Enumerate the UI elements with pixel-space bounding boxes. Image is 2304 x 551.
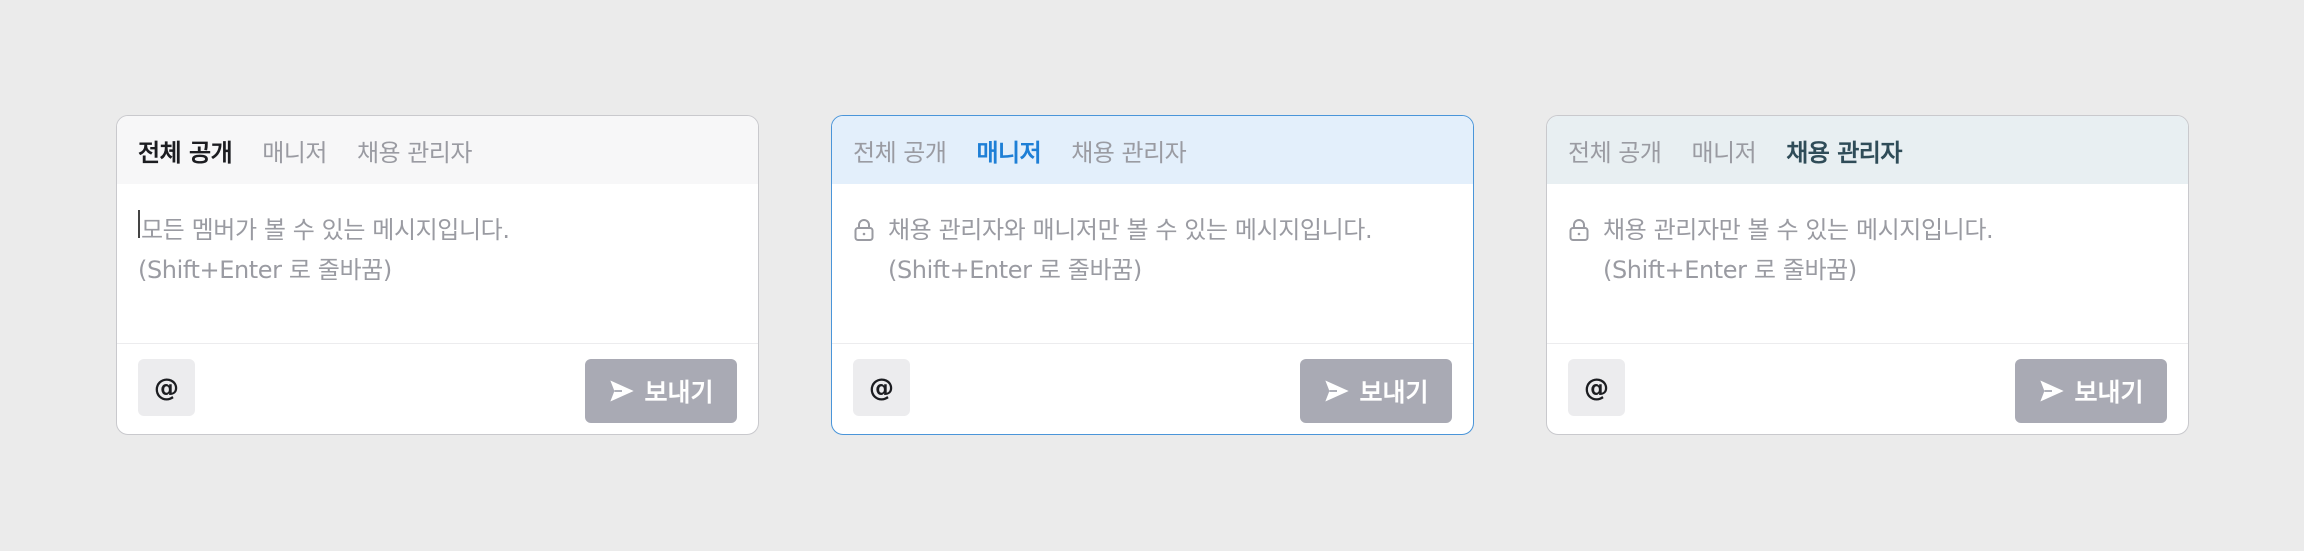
- message-input[interactable]: 채용 관리자만 볼 수 있는 메시지입니다. (Shift+Enter 로 줄바꿈…: [1547, 184, 2188, 344]
- message-input[interactable]: 채용 관리자와 매니저만 볼 수 있는 메시지입니다. (Shift+Enter …: [832, 184, 1473, 344]
- message-input[interactable]: 모든 멤버가 볼 수 있는 메시지입니다. (Shift+Enter 로 줄바꿈): [117, 184, 758, 344]
- message-composer-card: 전체 공개 매니저 채용 관리자채용 관리자와 매니저만 볼 수 있는 메시지입니다…: [831, 115, 1474, 435]
- visibility-tabs: 전체 공개 매니저 채용 관리자: [832, 116, 1473, 184]
- mention-button[interactable]: @: [138, 359, 195, 416]
- placeholder-line-1: 모든 멤버가 볼 수 있는 메시지입니다.: [141, 216, 510, 244]
- visibility-tabs: 전체 공개 매니저 채용 관리자: [1547, 116, 2188, 184]
- tab-recruiter[interactable]: 채용 관리자: [1071, 133, 1187, 168]
- mention-button[interactable]: @: [1568, 359, 1625, 416]
- tab-public[interactable]: 전체 공개: [1568, 133, 1662, 168]
- placeholder-line-1: 채용 관리자만 볼 수 있는 메시지입니다.: [1603, 216, 1994, 244]
- mention-button[interactable]: @: [853, 359, 910, 416]
- send-label: 보내기: [644, 378, 714, 407]
- send-button[interactable]: 보내기: [2015, 359, 2167, 423]
- send-icon: [608, 377, 636, 405]
- send-button[interactable]: 보내기: [1300, 359, 1452, 423]
- tab-public[interactable]: 전체 공개: [138, 133, 233, 168]
- composer-footer: @ 보내기: [117, 344, 758, 434]
- placeholder-line-2: (Shift+Enter 로 줄바꿈): [138, 256, 392, 284]
- composer-footer: @ 보내기: [832, 344, 1473, 434]
- send-icon: [2038, 377, 2066, 405]
- tab-manager[interactable]: 매니저: [1691, 133, 1756, 168]
- tab-manager[interactable]: 매니저: [262, 133, 327, 168]
- tab-manager[interactable]: 매니저: [976, 133, 1041, 168]
- send-label: 보내기: [1359, 378, 1429, 407]
- message-composer-card: 전체 공개 매니저 채용 관리자모든 멤버가 볼 수 있는 메시지입니다. (Shif…: [116, 115, 759, 435]
- tab-public[interactable]: 전체 공개: [853, 133, 947, 168]
- tab-recruiter[interactable]: 채용 관리자: [357, 133, 473, 168]
- placeholder-line-2: (Shift+Enter 로 줄바꿈): [1603, 256, 1857, 284]
- send-icon: [1323, 377, 1351, 405]
- message-composer-card: 전체 공개 매니저 채용 관리자채용 관리자만 볼 수 있는 메시지입니다. (Shi…: [1546, 115, 2189, 435]
- placeholder-line-1: 채용 관리자와 매니저만 볼 수 있는 메시지입니다.: [888, 216, 1373, 244]
- text-caret: [138, 210, 140, 238]
- visibility-tabs: 전체 공개 매니저 채용 관리자: [117, 116, 758, 184]
- lock-icon: [1568, 210, 1592, 250]
- tab-recruiter[interactable]: 채용 관리자: [1786, 133, 1902, 168]
- send-label: 보내기: [2074, 378, 2144, 407]
- placeholder-line-2: (Shift+Enter 로 줄바꿈): [888, 256, 1142, 284]
- lock-icon: [853, 210, 877, 250]
- send-button[interactable]: 보내기: [585, 359, 737, 423]
- composer-footer: @ 보내기: [1547, 344, 2188, 434]
